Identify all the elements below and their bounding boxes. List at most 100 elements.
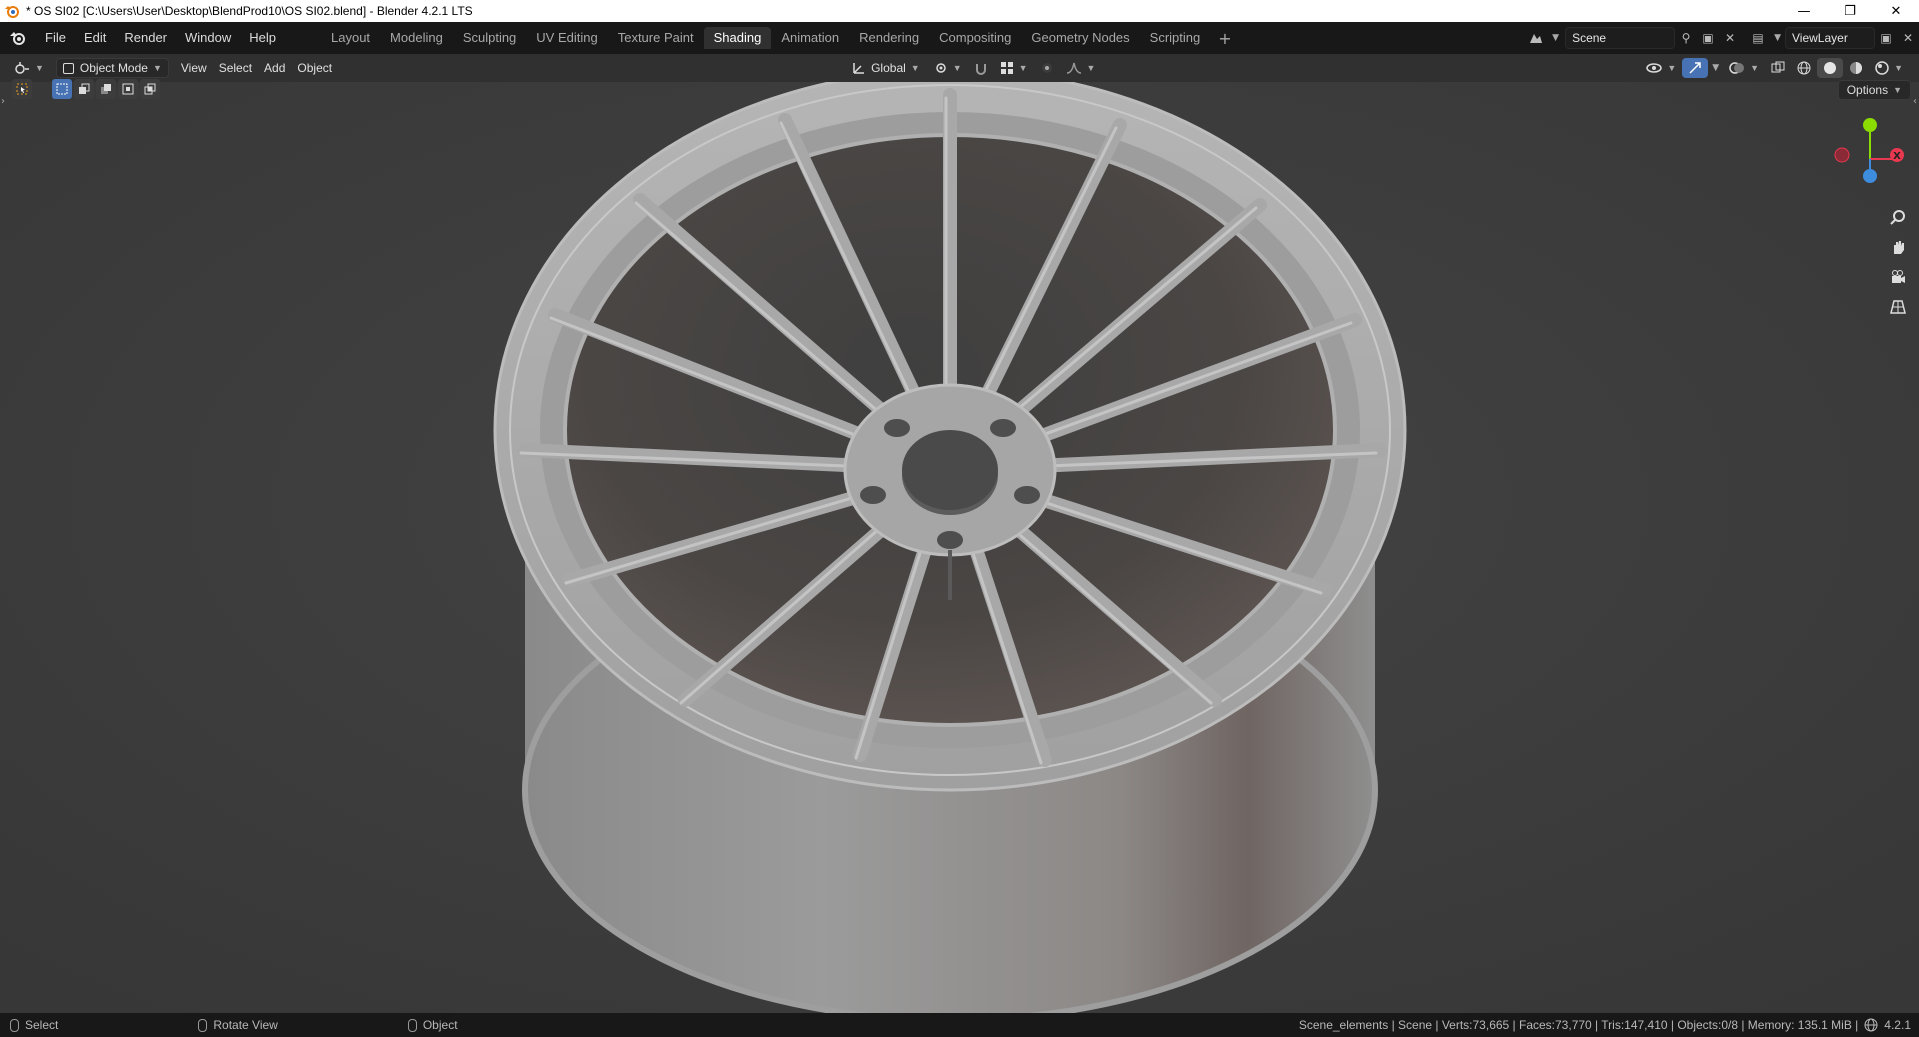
chevron-down-icon: ▼ bbox=[1774, 33, 1781, 43]
minimize-button[interactable]: — bbox=[1781, 0, 1827, 22]
menu-window[interactable]: Window bbox=[176, 26, 240, 50]
3d-viewport[interactable]: X › ‹ bbox=[0, 82, 1919, 1013]
orientation-axis-icon bbox=[853, 63, 865, 74]
select-new-icon[interactable] bbox=[52, 79, 72, 99]
proportional-editing-icon[interactable] bbox=[1034, 58, 1060, 78]
status-rotate-label: Rotate View bbox=[213, 1018, 278, 1032]
rendered-shading-icon[interactable]: ▼ bbox=[1869, 58, 1909, 78]
globe-icon bbox=[1864, 1018, 1878, 1032]
object-mode-icon bbox=[62, 62, 74, 74]
snap-toggle-icon[interactable] bbox=[968, 58, 994, 78]
tab-animation[interactable]: Animation bbox=[771, 27, 849, 49]
viewport-menu-add[interactable]: Add bbox=[258, 58, 291, 78]
overlays-icon[interactable]: ▼ bbox=[1723, 58, 1765, 78]
status-select-label: Select bbox=[25, 1018, 59, 1032]
tab-geometry-nodes[interactable]: Geometry Nodes bbox=[1021, 27, 1139, 49]
status-bar: Select Rotate View Object Scene_elements… bbox=[0, 1013, 1919, 1037]
toolbar-expand-icon[interactable]: › bbox=[1, 96, 5, 107]
visibility-icon[interactable]: ▼ bbox=[1640, 58, 1682, 78]
scene-stats-text: Scene_elements | Scene | Verts:73,665 | … bbox=[1298, 1018, 1859, 1032]
viewport-menu-object[interactable]: Object bbox=[291, 58, 338, 78]
select-subtract-icon[interactable] bbox=[96, 79, 116, 99]
mouse-middle-icon bbox=[198, 1018, 208, 1032]
blender-logo-icon[interactable] bbox=[6, 26, 30, 50]
pan-hand-icon[interactable] bbox=[1885, 234, 1911, 260]
navigation-gizmo[interactable]: X bbox=[1825, 114, 1905, 194]
object-mode-label: Object Mode bbox=[79, 61, 148, 75]
status-object-label: Object bbox=[422, 1018, 458, 1032]
solid-shading-icon[interactable] bbox=[1817, 58, 1844, 78]
chevron-down-icon: ▼ bbox=[1712, 63, 1720, 73]
wireframe-shading-icon[interactable] bbox=[1791, 58, 1817, 78]
delete-view-layer-icon[interactable]: ✕ bbox=[1897, 27, 1919, 49]
viewport-menu-select[interactable]: Select bbox=[213, 58, 258, 78]
gizmo-x-label: X bbox=[1893, 151, 1901, 162]
material-preview-icon[interactable] bbox=[1843, 58, 1869, 78]
add-workspace-button[interactable]: + bbox=[1210, 29, 1239, 48]
workspace-tabs: Layout Modeling Sculpting UV Editing Tex… bbox=[321, 26, 1240, 50]
zoom-icon[interactable] bbox=[1885, 204, 1911, 230]
camera-view-icon[interactable] bbox=[1885, 264, 1911, 290]
mouse-right-icon bbox=[407, 1018, 417, 1032]
editor-type-icon[interactable]: ▼ bbox=[8, 58, 50, 78]
new-scene-icon[interactable]: ▣ bbox=[1697, 27, 1719, 49]
scene-statistics: Scene_elements | Scene | Verts:73,665 | … bbox=[1299, 1018, 1911, 1032]
select-intersect-icon[interactable] bbox=[140, 79, 160, 99]
pin-scene-icon[interactable]: ⚲ bbox=[1675, 27, 1697, 49]
menu-edit[interactable]: Edit bbox=[75, 26, 115, 50]
delete-scene-icon[interactable]: ✕ bbox=[1719, 27, 1741, 49]
options-label: Options bbox=[1846, 83, 1889, 97]
scene-browse-icon[interactable] bbox=[1525, 27, 1547, 49]
proportional-falloff-icon[interactable]: ▼ bbox=[1060, 58, 1102, 78]
chevron-down-icon: ▼ bbox=[910, 63, 920, 73]
window-title: * OS SI02 [C:\Users\User\Desktop\BlendPr… bbox=[26, 4, 473, 18]
menu-help[interactable]: Help bbox=[240, 26, 285, 50]
close-button[interactable]: ✕ bbox=[1873, 0, 1919, 22]
status-object-hint: Object bbox=[407, 1018, 458, 1032]
tab-scripting[interactable]: Scripting bbox=[1140, 27, 1211, 49]
view-layer-name: ViewLayer bbox=[1792, 31, 1848, 45]
tab-modeling[interactable]: Modeling bbox=[380, 27, 453, 49]
tab-compositing[interactable]: Compositing bbox=[929, 27, 1021, 49]
transform-orientation-label: Global bbox=[871, 61, 906, 75]
blender-version: 4.2.1 bbox=[1884, 1018, 1911, 1032]
wheel-model-render bbox=[0, 82, 1919, 1013]
menu-file[interactable]: File bbox=[36, 26, 75, 50]
tab-sculpting[interactable]: Sculpting bbox=[453, 27, 526, 49]
new-view-layer-icon[interactable]: ▣ bbox=[1875, 27, 1897, 49]
tab-layout[interactable]: Layout bbox=[321, 27, 380, 49]
blender-app-icon bbox=[5, 6, 19, 18]
pivot-point-icon[interactable]: ▼ bbox=[928, 58, 968, 78]
tab-shading[interactable]: Shading bbox=[703, 27, 772, 49]
scene-name-field[interactable]: Scene bbox=[1565, 27, 1676, 49]
select-extend-icon[interactable] bbox=[74, 79, 94, 99]
tab-texture-paint[interactable]: Texture Paint bbox=[608, 27, 704, 49]
chevron-down-icon: ▼ bbox=[1893, 85, 1902, 95]
select-tool-icon[interactable] bbox=[12, 79, 32, 99]
blender-topbar: File Edit Render Window Help Layout Mode… bbox=[0, 22, 1919, 54]
options-dropdown[interactable]: Options ▼ bbox=[1837, 80, 1911, 100]
tab-rendering[interactable]: Rendering bbox=[849, 27, 929, 49]
scene-name: Scene bbox=[1572, 31, 1607, 45]
view-layer-browse-icon[interactable]: ▤ bbox=[1747, 27, 1769, 49]
sidebar-expand-icon[interactable]: ‹ bbox=[1913, 96, 1917, 107]
chevron-down-icon: ▼ bbox=[152, 63, 162, 73]
status-rotate-hint: Rotate View bbox=[198, 1018, 278, 1032]
window-titlebar: * OS SI02 [C:\Users\User\Desktop\BlendPr… bbox=[0, 0, 1919, 22]
object-mode-dropdown[interactable]: Object Mode ▼ bbox=[55, 58, 169, 78]
perspective-grid-icon[interactable] bbox=[1885, 294, 1911, 320]
gizmo-toggle-icon[interactable] bbox=[1682, 58, 1709, 78]
snap-target-icon[interactable]: ▼ bbox=[994, 58, 1034, 78]
view-layer-field[interactable]: ViewLayer bbox=[1785, 27, 1875, 49]
viewport-menu-view[interactable]: View bbox=[175, 58, 213, 78]
menu-render[interactable]: Render bbox=[115, 26, 176, 50]
transform-orientation-dropdown[interactable]: Global ▼ bbox=[846, 58, 926, 78]
restore-button[interactable]: ❐ bbox=[1827, 0, 1873, 22]
chevron-down-icon: ▼ bbox=[1552, 33, 1560, 43]
tool-settings-row bbox=[12, 78, 162, 100]
select-invert-icon[interactable] bbox=[118, 79, 138, 99]
tab-uv-editing[interactable]: UV Editing bbox=[526, 27, 607, 49]
xray-toggle-icon[interactable] bbox=[1765, 58, 1791, 78]
status-select-hint: Select bbox=[10, 1018, 58, 1032]
scene-selector-area: ▼ Scene ⚲ ▣ ✕ ▤ ▼ ViewLayer ▣ ✕ bbox=[1525, 25, 1919, 51]
